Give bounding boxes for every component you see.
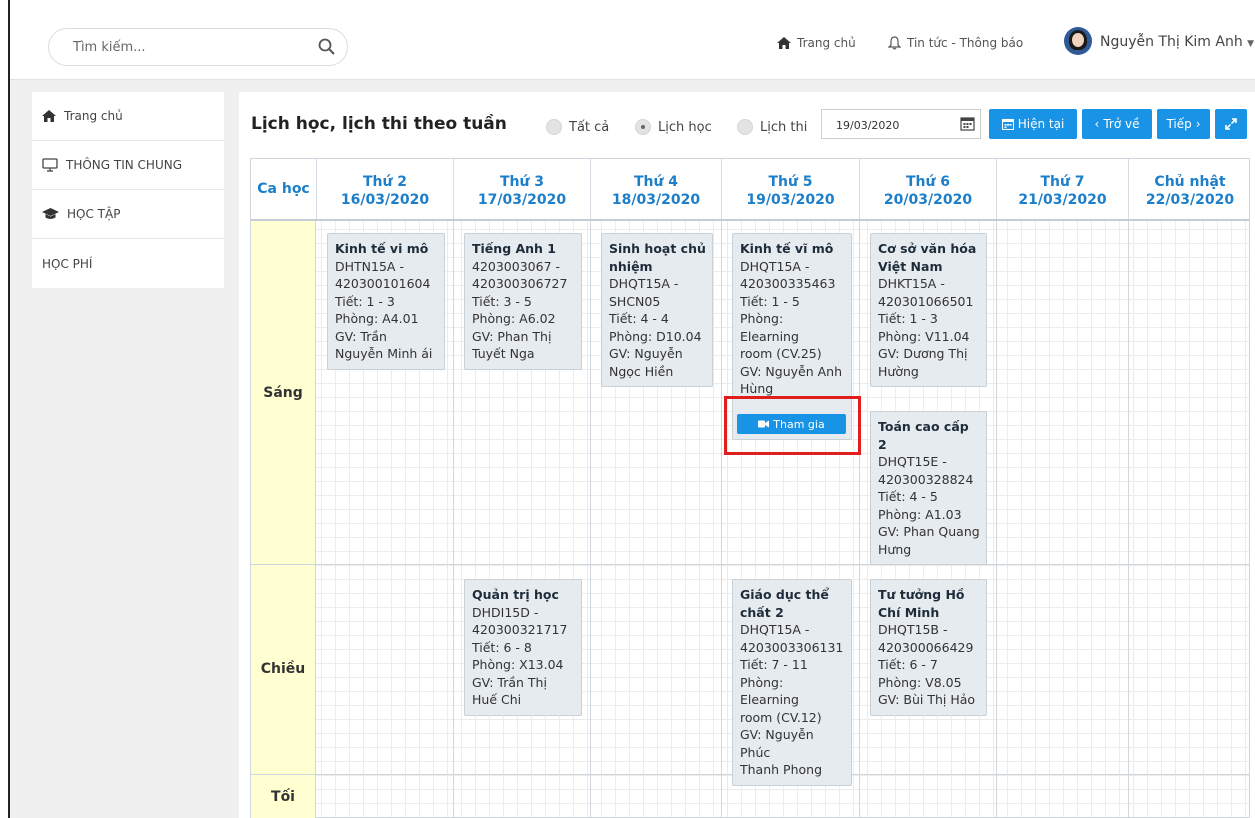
class-card[interactable]: Tư tưởng Hồ Chí Minh DHQT15B - 420300066… — [870, 579, 987, 716]
nav-news-link[interactable]: Tin tức - Thông báo — [888, 36, 1023, 50]
next-button[interactable]: Tiếp › — [1157, 109, 1210, 139]
class-card[interactable]: Cơ sở văn hóa Việt Nam DHKT15A - 4203010… — [870, 233, 987, 387]
session-column-header: Ca học — [257, 181, 310, 197]
day-header-mon: Thứ 2 16/03/2020 — [316, 159, 453, 219]
day-header-sat: Thứ 7 21/03/2020 — [996, 159, 1128, 219]
calendar-icon[interactable] — [960, 116, 975, 131]
nav-home-link[interactable]: Trang chủ — [777, 36, 856, 50]
sidebar-item-general-info[interactable]: THÔNG TIN CHUNG — [32, 141, 224, 190]
filter-exam-schedule[interactable]: Lịch thi — [737, 119, 807, 135]
monitor-icon — [42, 158, 58, 172]
app-frame: Tìm kiếm... Trang chủ Tin tức - Thông bá… — [8, 0, 1255, 818]
class-card[interactable]: Toán cao cấp 2 DHQT15E - 420300328824 Ti… — [870, 411, 987, 565]
fullscreen-button[interactable] — [1215, 109, 1247, 139]
sidebar-item-tuition[interactable]: HỌC PHÍ — [32, 239, 224, 288]
session-evening: Tối — [251, 774, 316, 818]
expand-icon — [1225, 118, 1237, 130]
day-header-fri: Thứ 6 20/03/2020 — [859, 159, 996, 219]
user-avatar[interactable] — [1064, 27, 1092, 55]
highlight-box — [724, 396, 861, 455]
home-icon — [777, 37, 791, 49]
schedule-panel: Lịch học, lịch thi theo tuần Tất cả Lịch… — [239, 92, 1255, 818]
graduation-cap-icon — [42, 208, 59, 219]
bell-icon — [888, 36, 901, 50]
sidebar-item-home[interactable]: Trang chủ — [32, 92, 224, 141]
radio-icon[interactable] — [546, 119, 562, 135]
class-card[interactable]: Kinh tế vi mô DHTN15A - 420300101604 Tiế… — [327, 233, 445, 370]
class-card[interactable]: Giáo dục thể chất 2 DHQT15A - 4203003306… — [732, 579, 852, 786]
caret-down-icon: ▼ — [1247, 39, 1255, 49]
user-name: Nguyễn Thị Kim Anh — [1100, 34, 1243, 50]
schedule-grid: Ca học Thứ 2 16/03/2020 Thứ 3 17/03/2020 T… — [250, 158, 1250, 818]
page-title: Lịch học, lịch thi theo tuần — [251, 114, 507, 134]
class-card[interactable]: Quản trị học DHDI15D - 420300321717 Tiết… — [464, 579, 582, 716]
current-week-button[interactable]: Hiện tại — [989, 109, 1077, 139]
class-card[interactable]: Tiếng Anh 1 4203003067 - 420300306727 Ti… — [464, 233, 582, 370]
search-box[interactable]: Tìm kiếm... — [48, 28, 348, 66]
top-bar: Tìm kiếm... Trang chủ Tin tức - Thông bá… — [10, 0, 1255, 80]
search-icon[interactable] — [317, 37, 337, 57]
home-icon — [42, 110, 56, 122]
day-header-thu: Thứ 5 19/03/2020 — [721, 159, 859, 219]
back-button[interactable]: ‹ Trở về — [1082, 109, 1152, 139]
sidebar-item-study[interactable]: HỌC TẬP — [32, 190, 224, 239]
filter-all[interactable]: Tất cả — [546, 119, 609, 135]
sidebar: Trang chủ THÔNG TIN CHUNG HỌC TẬP HỌC PH… — [32, 92, 224, 288]
day-header-tue: Thứ 3 17/03/2020 — [453, 159, 590, 219]
day-header-sun: Chủ nhật 22/03/2020 — [1128, 159, 1251, 219]
radio-icon[interactable] — [737, 119, 753, 135]
radio-checked-icon[interactable] — [635, 119, 651, 135]
calendar-icon — [1001, 118, 1014, 130]
date-input[interactable]: 19/03/2020 — [821, 109, 981, 139]
day-header-wed: Thứ 4 18/03/2020 — [590, 159, 721, 219]
user-menu[interactable]: Nguyễn Thị Kim Anh ▼ — [1100, 34, 1254, 50]
chevron-right-icon: › — [1195, 117, 1201, 131]
search-input[interactable]: Tìm kiếm... — [73, 40, 146, 55]
filter-class-schedule[interactable]: Lịch học — [635, 119, 712, 135]
chevron-left-icon: ‹ — [1094, 117, 1100, 131]
session-afternoon: Chiều — [251, 564, 316, 774]
grid-header: Ca học Thứ 2 16/03/2020 Thứ 3 17/03/2020 T… — [251, 159, 1249, 221]
class-card[interactable]: Sinh hoạt chủ nhiệm DHQT15A - SHCN05 Tiế… — [601, 233, 713, 387]
session-morning: Sáng — [251, 221, 316, 564]
